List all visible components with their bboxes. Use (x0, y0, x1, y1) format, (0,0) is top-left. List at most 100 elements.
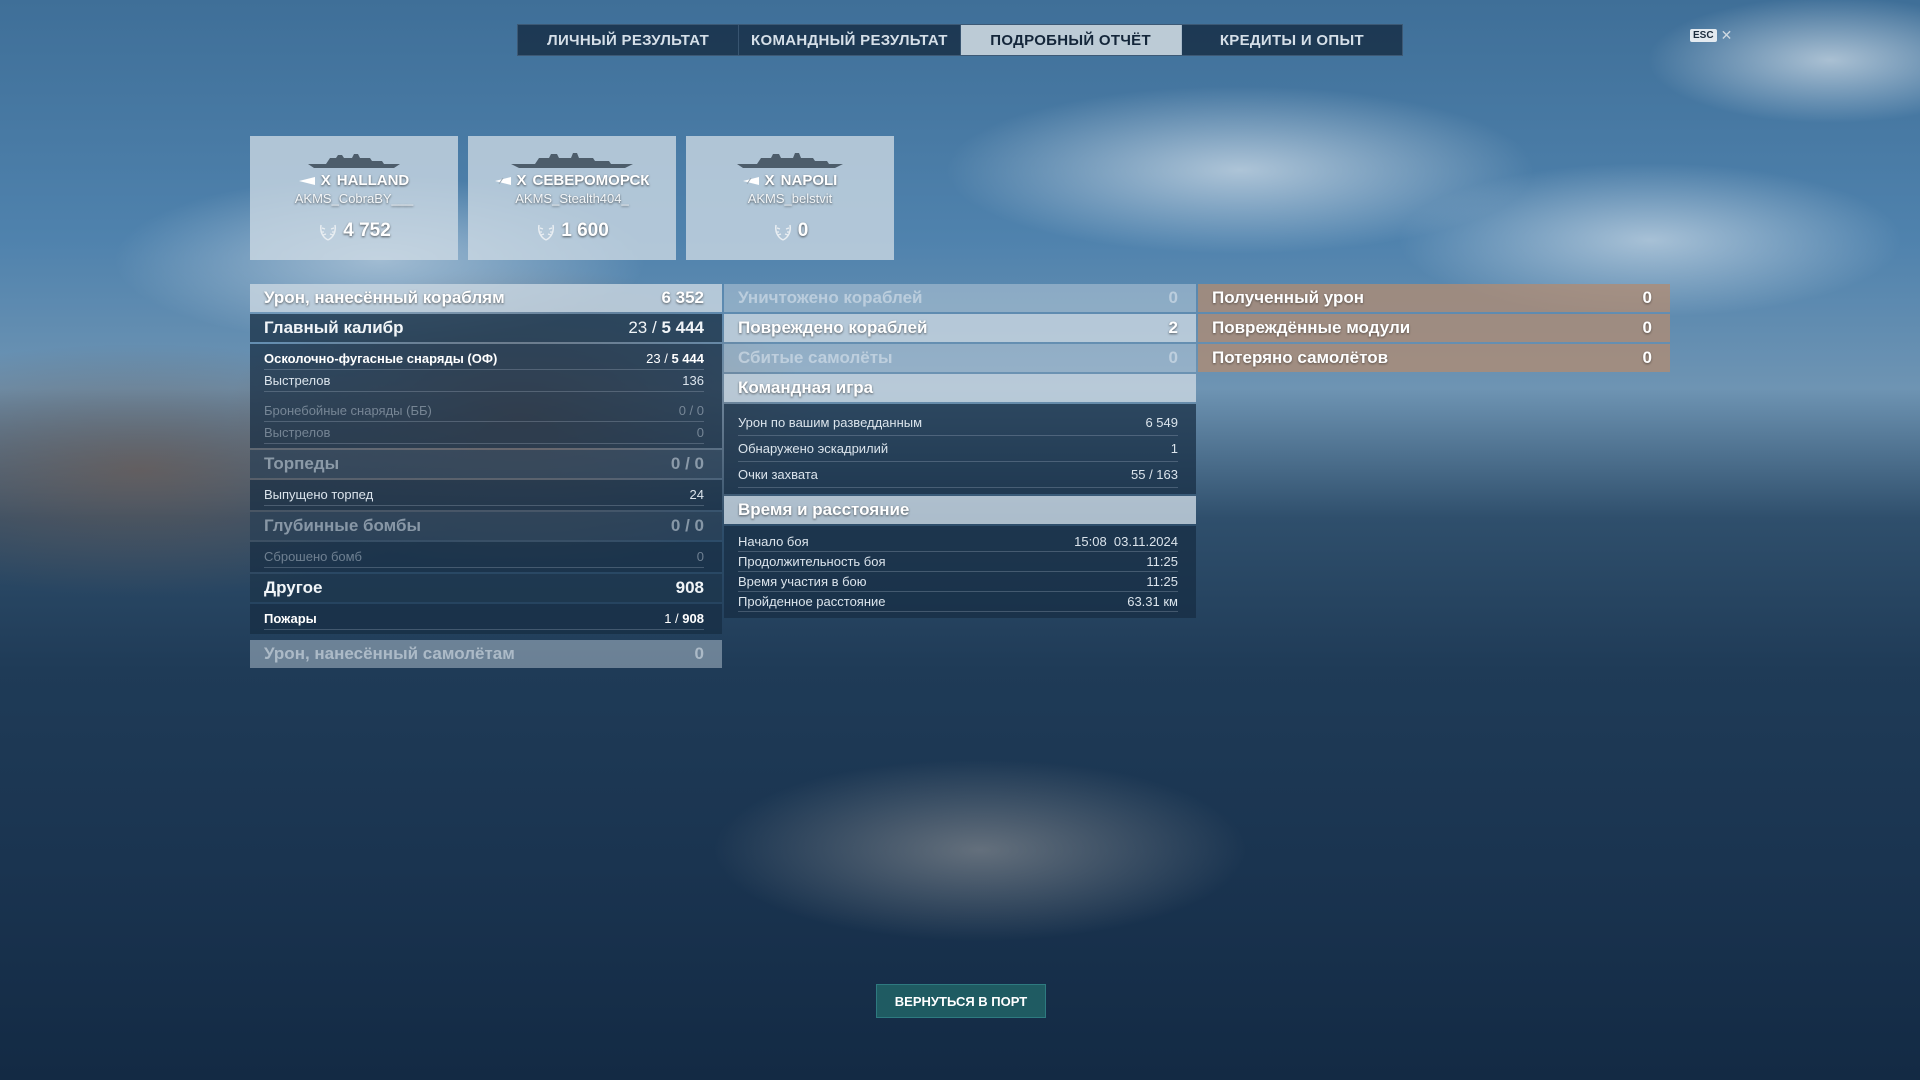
section-title: Время и расстояние (738, 500, 910, 519)
modules-damaged-row: Повреждённые модули 0 (1198, 314, 1670, 342)
row-label: Выпущено торпед (264, 487, 374, 502)
cruiser-class-icon (494, 176, 511, 185)
torpedoes-details: Выпущено торпед 24 (250, 480, 722, 510)
ships-damaged-row: Повреждено кораблей 2 (724, 314, 1196, 342)
bombs-dropped-row: Сброшено бомб 0 (264, 546, 704, 568)
return-to-port-button[interactable]: ВЕРНУТЬСЯ В ПОРТ (876, 984, 1046, 1018)
row-value: 0 (696, 425, 704, 440)
planes-lost-row: Потеряно самолётов 0 (1198, 344, 1670, 372)
row-value: 6 352 (661, 288, 704, 307)
distance-row: Пройденное расстояние 63.31 км (738, 592, 1178, 612)
ship-name: X HALLAND (298, 172, 410, 189)
main-caliber-details: Осколочно-фугасные снаряды (ОФ) 23 / 5 4… (250, 344, 722, 448)
row-value: 908 (675, 578, 704, 597)
score-value: 4 752 (343, 220, 391, 241)
row-value: 63.31 км (1127, 594, 1178, 609)
row-value: 15:08 03.11.2024 (1074, 534, 1178, 549)
row-label: Урон, нанесённый самолётам (264, 644, 515, 663)
fires-row: Пожары 1 / 908 (264, 608, 704, 630)
row-value: 0 (696, 549, 704, 564)
destroyer-class-icon (298, 176, 315, 185)
ship-title: HALLAND (336, 172, 410, 189)
row-label: Время участия в бою (738, 574, 867, 589)
laurel-icon (538, 224, 555, 241)
row-label: Урон по вашим разведданным (738, 415, 923, 430)
ap-shots-row: Выстрелов 0 (264, 422, 704, 444)
row-value: 23 / 5 444 (628, 318, 704, 337)
battle-start-row: Начало боя 15:08 03.11.2024 (738, 532, 1178, 552)
row-value: 2 (1168, 318, 1178, 337)
ship-tier: X (764, 172, 775, 189)
row-label: Бронебойные снаряды (ББ) (264, 403, 432, 418)
row-value: 0 (1642, 318, 1652, 337)
tab-detailed-report[interactable]: ПОДРОБНЫЙ ОТЧЁТ (960, 25, 1182, 55)
ship-name: X NAPOLI (742, 172, 838, 189)
row-label: Продолжительность боя (738, 554, 886, 569)
row-value: 136 (682, 373, 704, 388)
player-card[interactable]: X HALLAND AKMS_CobraBY___ 4 752 (250, 136, 458, 260)
damage-dealt-column: Урон, нанесённый кораблям 6 352 Главный … (250, 284, 722, 670)
time-distance-details: Начало боя 15:08 03.11.2024 Продолжитель… (724, 526, 1196, 618)
damage-received-row: Полученный урон 0 (1198, 284, 1670, 312)
player-card[interactable]: X NAPOLI AKMS_belstvit 0 (686, 136, 894, 260)
ship-title: СЕВЕРОМОРСК (532, 172, 650, 189)
row-label: Другое (264, 578, 323, 597)
player-name: AKMS_belstvit (747, 191, 833, 206)
close-button[interactable]: ESC ✕ (1690, 27, 1732, 44)
row-label: Урон, нанесённый кораблям (264, 288, 505, 307)
tab-credits-xp[interactable]: КРЕДИТЫ И ОПЫТ (1182, 25, 1402, 55)
spotting-damage-row: Урон по вашим разведданным 6 549 (738, 410, 1178, 436)
ship-silhouette-icon (511, 153, 633, 168)
other-row: Другое 908 (250, 574, 722, 602)
depth-charges-row: Глубинные бомбы 0 / 0 (250, 512, 722, 540)
row-label: Главный калибр (264, 318, 404, 337)
row-label: Уничтожено кораблей (738, 288, 923, 307)
battle-duration-row: Продолжительность боя 11:25 (738, 552, 1178, 572)
row-label: Глубинные бомбы (264, 516, 422, 535)
row-label: Повреждённые модули (1212, 318, 1411, 337)
ships-destroyed-row: Уничтожено кораблей 0 (724, 284, 1196, 312)
time-distance-header: Время и расстояние (724, 496, 1196, 524)
row-label: Выстрелов (264, 373, 331, 388)
row-label: Пожары (264, 611, 317, 626)
player-card[interactable]: X СЕВЕРОМОРСК AKMS_Stealth404_ 1 600 (468, 136, 676, 260)
esc-key-icon: ESC (1690, 29, 1717, 42)
time-in-battle-row: Время участия в бою 11:25 (738, 572, 1178, 592)
ship-title: NAPOLI (780, 172, 838, 189)
close-icon: ✕ (1720, 27, 1733, 43)
row-label: Очки захвата (738, 467, 818, 482)
row-label: Потеряно самолётов (1212, 348, 1389, 367)
row-value: 0 / 0 (670, 454, 704, 473)
row-label: Полученный урон (1212, 288, 1365, 307)
damage-to-planes-row: Урон, нанесённый самолётам 0 (250, 640, 722, 668)
row-value: 1 / 908 (664, 611, 704, 626)
ship-name: X СЕВЕРОМОРСК (494, 172, 650, 189)
row-value: 11:25 (1146, 574, 1178, 589)
row-value: 0 / 0 (670, 516, 704, 535)
laurel-icon (774, 224, 791, 241)
tab-personal-result[interactable]: ЛИЧНЫЙ РЕЗУЛЬТАТ (518, 25, 740, 55)
row-value: 6 549 (1145, 415, 1178, 430)
other-details: Пожары 1 / 908 (250, 604, 722, 634)
player-name: AKMS_CobraBY___ (294, 191, 414, 206)
tab-team-result[interactable]: КОМАНДНЫЙ РЕЗУЛЬТАТ (739, 25, 961, 55)
damage-received-column: Полученный урон 0 Повреждённые модули 0 … (1198, 284, 1670, 374)
planes-shot-row: Сбитые самолёты 0 (724, 344, 1196, 372)
cruiser-class-icon (742, 176, 759, 185)
row-label: Выстрелов (264, 425, 331, 440)
row-value: 55 / 163 (1131, 467, 1178, 482)
score: 1 600 (535, 220, 609, 242)
ship-silhouette-icon (308, 154, 400, 168)
player-name: AKMS_Stealth404_ (515, 191, 629, 206)
score-value: 1 600 (561, 220, 609, 241)
squadrons-spotted-row: Обнаружено эскадрилий 1 (738, 436, 1178, 462)
teamplay-header: Командная игра (724, 374, 1196, 402)
score-value: 0 (797, 220, 809, 241)
torpedoes-fired-row: Выпущено торпед 24 (264, 484, 704, 506)
ship-tier: X (516, 172, 527, 189)
player-cards: X HALLAND AKMS_CobraBY___ 4 752 X СЕВЕРО… (250, 136, 894, 260)
row-value: 0 (1168, 348, 1178, 367)
row-label: Пройденное расстояние (738, 594, 886, 609)
row-value: 0 (1168, 288, 1178, 307)
ap-shells-row: Бронебойные снаряды (ББ) 0 / 0 (264, 400, 704, 422)
